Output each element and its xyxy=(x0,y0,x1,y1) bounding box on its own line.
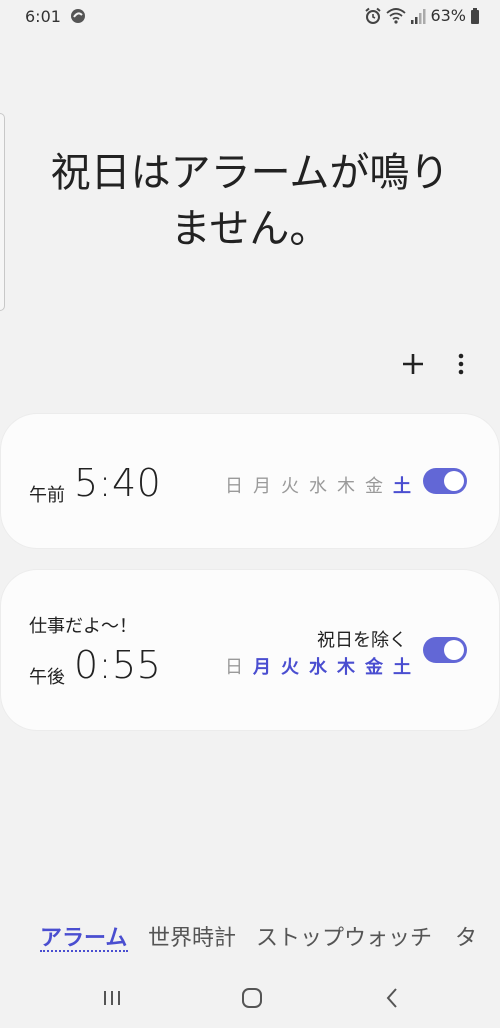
notice-line-2: ません。 xyxy=(170,206,330,252)
back-icon[interactable] xyxy=(377,984,407,1012)
plus-icon[interactable] xyxy=(398,349,428,379)
alarm-toggle[interactable] xyxy=(423,468,467,494)
day-fri: 金 xyxy=(365,476,383,497)
day-mon: 月 xyxy=(253,476,271,497)
signal-icon xyxy=(411,8,426,24)
status-time: 6:01 xyxy=(25,7,61,26)
day-thu: 木 xyxy=(337,657,355,678)
battery-percent: 63% xyxy=(430,6,466,25)
alarm-card[interactable]: 午前 5:40 日 月 火 水 木 金 土 xyxy=(1,414,499,548)
day-sat: 土 xyxy=(393,476,411,497)
alarm-toggle[interactable] xyxy=(423,637,467,663)
home-icon[interactable] xyxy=(237,984,267,1012)
bottom-tabs: アラーム 世界時計 ストップウォッチ タ xyxy=(0,920,500,960)
edge-panel-handle[interactable] xyxy=(0,113,5,311)
alarm-icon xyxy=(365,7,382,24)
holiday-exclusion-note: 祝日を除く xyxy=(317,630,407,651)
alarm-label: 仕事だよ～！ xyxy=(29,616,137,637)
tab-world-clock[interactable]: 世界時計 xyxy=(148,920,236,952)
day-wed: 水 xyxy=(309,476,327,497)
recent-apps-icon[interactable] xyxy=(97,984,127,1012)
tab-stopwatch[interactable]: ストップウォッチ xyxy=(256,920,432,952)
day-thu: 木 xyxy=(337,476,355,497)
alarm-card[interactable]: 仕事だよ～！ 午後 0:55 祝日を除く 日 月 火 水 木 金 土 xyxy=(1,570,499,730)
more-vert-icon[interactable] xyxy=(450,349,472,379)
day-mon: 月 xyxy=(253,657,271,678)
alarm-ampm: 午後 xyxy=(29,667,65,688)
day-fri: 金 xyxy=(365,657,383,678)
day-sun: 日 xyxy=(225,657,243,678)
day-sun: 日 xyxy=(225,476,243,497)
notice-line-1: 祝日はアラームが鳴り xyxy=(50,150,450,196)
clock-app-screen: 6:01 63% 祝日はアラームが鳴り ません。 午前 5:40 日 月 火 水… xyxy=(0,0,500,1028)
battery-icon xyxy=(471,7,479,24)
app-icon xyxy=(71,9,85,23)
status-icons: 63% xyxy=(364,6,480,25)
toggle-knob xyxy=(444,640,464,660)
day-wed: 水 xyxy=(309,657,327,678)
wifi-icon xyxy=(386,7,407,24)
alarm-ampm: 午前 xyxy=(29,485,65,506)
tab-alarm[interactable]: アラーム xyxy=(40,920,127,952)
tab-timer[interactable]: タ xyxy=(455,920,477,952)
day-sat: 土 xyxy=(393,657,411,678)
day-tue: 火 xyxy=(281,657,299,678)
toggle-knob xyxy=(444,471,464,491)
alarm-time: 5:40 xyxy=(74,461,162,505)
alarm-days: 日 月 火 水 木 金 土 xyxy=(225,653,411,679)
active-tab-indicator xyxy=(40,950,128,952)
alarm-days: 日 月 火 水 木 金 土 xyxy=(225,472,411,498)
alarm-time: 0:55 xyxy=(74,643,162,687)
holiday-notice: 祝日はアラームが鳴り ません。 xyxy=(20,145,480,257)
navigation-bar xyxy=(0,966,500,1028)
day-tue: 火 xyxy=(281,476,299,497)
status-bar: 6:01 63% xyxy=(0,0,500,34)
